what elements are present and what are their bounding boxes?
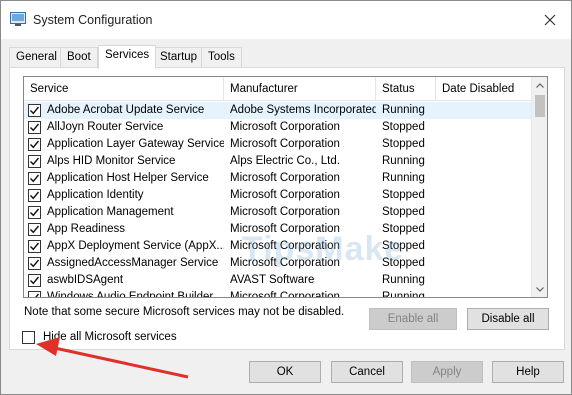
table-row[interactable]: Application Identity Microsoft Corporatio… [24, 187, 532, 204]
column-header-service[interactable]: Service [24, 77, 224, 101]
table-row[interactable]: Application Layer Gateway Service Microso… [24, 136, 532, 153]
cancel-button[interactable]: Cancel [331, 361, 403, 383]
watermark-text: TipsMake [242, 230, 405, 268]
scroll-down-icon[interactable] [532, 281, 547, 297]
service-date-disabled [442, 289, 530, 297]
service-status: Stopped [382, 189, 425, 201]
vertical-scrollbar[interactable] [531, 77, 547, 297]
table-row[interactable]: Application Management Microsoft Corporat… [24, 204, 532, 221]
service-status: Running [382, 155, 425, 167]
table-row[interactable]: AllJoyn Router Service Microsoft Corporat… [24, 119, 532, 136]
service-manufacturer: Adobe Systems Incorporated [230, 104, 376, 116]
table-row[interactable]: Application Host Helper Service Microsoft… [24, 170, 532, 187]
hide-microsoft-services-checkbox[interactable] [22, 331, 35, 344]
service-name: Alps HID Monitor Service [47, 155, 176, 167]
service-name: Application Identity [47, 189, 144, 201]
service-name: App Readiness [47, 223, 125, 235]
service-manufacturer: Microsoft Corporation [230, 121, 340, 133]
service-date-disabled [442, 170, 530, 187]
service-name: Application Layer Gateway Service [47, 138, 224, 150]
service-name: AssignedAccessManager Service [47, 257, 219, 269]
service-manufacturer: Alps Electric Co., Ltd. [230, 155, 340, 167]
service-name: aswbIDSAgent [47, 274, 124, 286]
service-checkbox[interactable] [28, 155, 41, 168]
service-checkbox[interactable] [28, 257, 41, 270]
column-header-status[interactable]: Status [376, 77, 436, 101]
service-checkbox[interactable] [28, 104, 41, 117]
service-checkbox[interactable] [28, 240, 41, 253]
enable-all-button[interactable]: Enable all [369, 308, 457, 330]
service-manufacturer: Microsoft Corporation [230, 189, 340, 201]
service-date-disabled [442, 102, 530, 119]
service-checkbox[interactable] [28, 274, 41, 287]
service-name: Application Management [47, 206, 174, 218]
apply-button[interactable]: Apply [411, 361, 483, 383]
service-manufacturer: Microsoft Corporation [230, 172, 340, 184]
service-checkbox[interactable] [28, 138, 41, 151]
help-button[interactable]: Help [492, 361, 564, 383]
service-status: Running [382, 104, 425, 116]
service-name: AllJoyn Router Service [47, 121, 164, 133]
tab-boot[interactable]: Boot [60, 47, 98, 68]
service-status: Running [382, 291, 425, 298]
disable-all-button[interactable]: Disable all [467, 308, 549, 330]
column-header-manufacturer[interactable]: Manufacturer [224, 77, 376, 101]
service-date-disabled [442, 136, 530, 153]
service-manufacturer: Microsoft Corporation [230, 206, 340, 218]
msconfig-app-icon [10, 12, 26, 27]
service-checkbox[interactable] [28, 223, 41, 236]
service-checkbox[interactable] [28, 121, 41, 134]
service-manufacturer: AVAST Software [230, 274, 315, 286]
service-status: Stopped [382, 138, 425, 150]
service-date-disabled [442, 187, 530, 204]
service-checkbox[interactable] [28, 206, 41, 219]
service-name: AppX Deployment Service (AppX... [47, 240, 224, 252]
close-icon[interactable] [539, 9, 561, 31]
service-checkbox[interactable] [28, 189, 41, 202]
ok-button[interactable]: OK [249, 361, 321, 383]
tab-tools[interactable]: Tools [201, 47, 242, 68]
table-row[interactable]: Adobe Acrobat Update Service Adobe System… [24, 102, 532, 119]
service-date-disabled [442, 255, 530, 272]
table-row[interactable]: Windows Audio Endpoint Builder Microsoft … [24, 289, 532, 298]
service-date-disabled [442, 238, 530, 255]
title-bar: System Configuration [1, 1, 571, 39]
service-checkbox[interactable] [28, 172, 41, 185]
hide-microsoft-services-label[interactable]: Hide all Microsoft services [43, 330, 177, 345]
window-title: System Configuration [33, 13, 153, 27]
tab-strip: General Boot Services Startup Tools [9, 45, 565, 69]
scroll-up-icon[interactable] [532, 77, 547, 93]
list-header: Service Manufacturer Status Date Disable… [24, 77, 532, 101]
service-checkbox[interactable] [28, 291, 41, 297]
service-date-disabled [442, 153, 530, 170]
service-date-disabled [442, 204, 530, 221]
column-header-date-disabled[interactable]: Date Disabled [436, 77, 532, 101]
service-status: Running [382, 274, 425, 286]
service-name: Windows Audio Endpoint Builder [47, 291, 214, 298]
service-status: Stopped [382, 121, 425, 133]
service-name: Application Host Helper Service [47, 172, 209, 184]
tab-startup[interactable]: Startup [153, 47, 205, 68]
table-row[interactable]: aswbIDSAgent AVAST Software Running [24, 272, 532, 289]
secure-services-note: Note that some secure Microsoft services… [24, 306, 345, 318]
service-date-disabled [442, 272, 530, 289]
services-panel: Service Manufacturer Status Date Disable… [9, 67, 565, 350]
service-name: Adobe Acrobat Update Service [47, 104, 205, 116]
service-status: Running [382, 172, 425, 184]
service-date-disabled [442, 221, 530, 238]
scroll-thumb[interactable] [535, 95, 545, 117]
service-status: Stopped [382, 206, 425, 218]
tab-general[interactable]: General [9, 47, 64, 68]
system-configuration-window: System Configuration General Boot Servic… [0, 0, 572, 395]
service-manufacturer: Microsoft Corporation [230, 291, 340, 298]
service-date-disabled [442, 119, 530, 136]
tab-services[interactable]: Services [98, 45, 157, 69]
table-row[interactable]: Alps HID Monitor Service Alps Electric Co… [24, 153, 532, 170]
service-manufacturer: Microsoft Corporation [230, 138, 340, 150]
